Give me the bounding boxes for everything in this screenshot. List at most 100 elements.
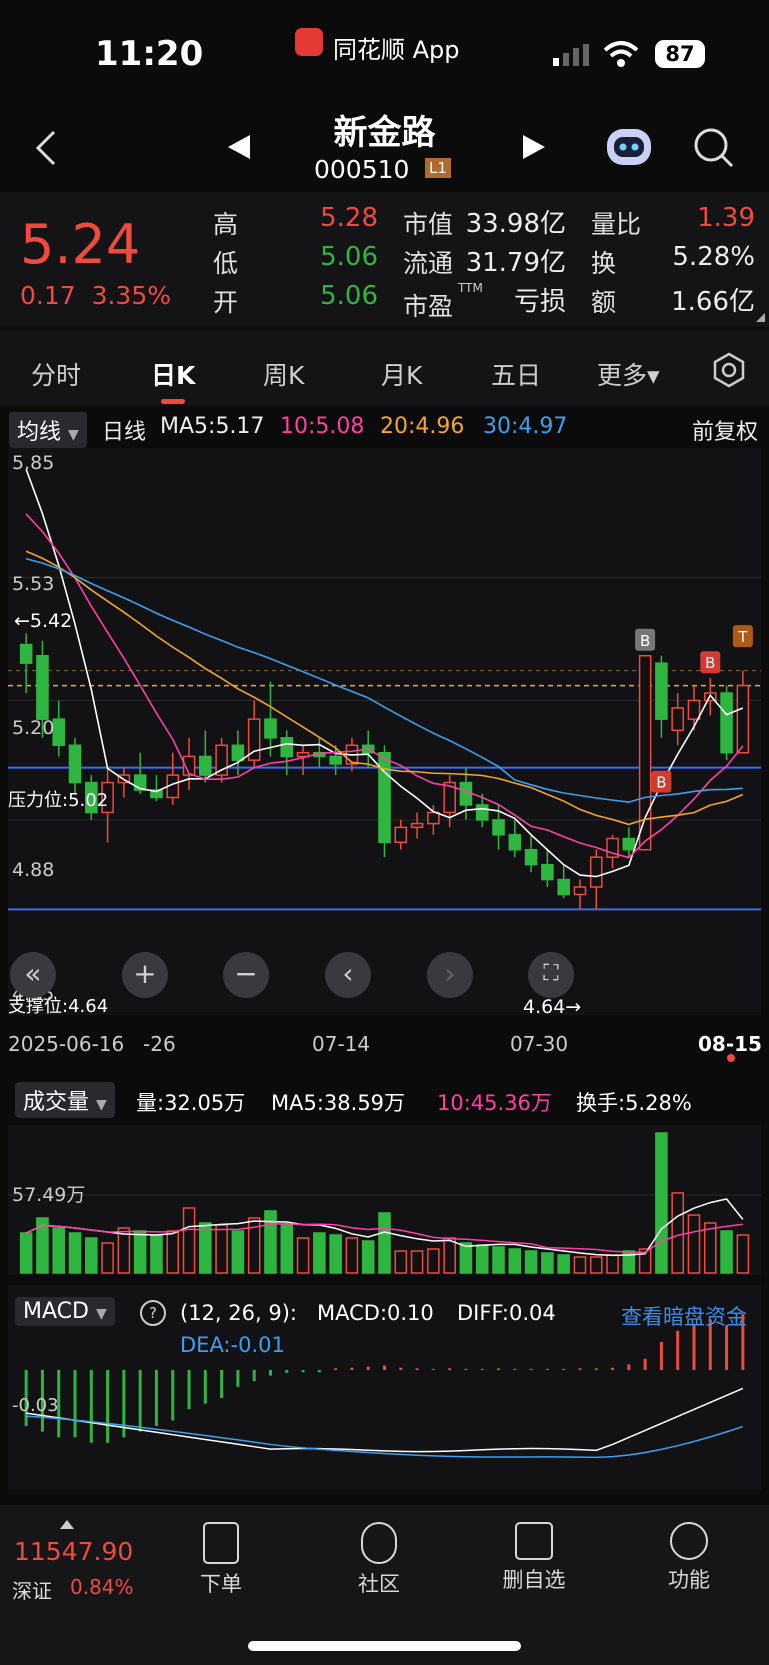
mktcap-label: 市值 [403, 210, 454, 239]
expand-corner-icon[interactable] [756, 313, 765, 322]
scroll-right-button[interactable]: › [427, 952, 473, 998]
volume-indicator-select[interactable]: 成交量 ▼ [15, 1082, 115, 1118]
y-high-label: 5.85 [12, 452, 55, 474]
settings-hexagon-icon[interactable] [711, 352, 747, 392]
float-value: 31.79亿 [465, 248, 566, 278]
candle-body [280, 737, 294, 758]
volume-bar [655, 1132, 668, 1274]
ma5-value: MA5:5.17 [160, 414, 265, 439]
tab-intraday[interactable]: 分时 [31, 356, 81, 392]
tab-five-day[interactable]: 五日 [491, 356, 541, 392]
amount-value: 1.66亿 [671, 287, 755, 317]
zoom-out-button[interactable]: − [223, 952, 269, 998]
signal-icon [553, 44, 589, 66]
volume-bar [19, 1232, 33, 1274]
amount-label: 额 [591, 288, 617, 317]
turnover-rate: 换手:5.28% [576, 1091, 692, 1115]
mktcap-value: 33.98亿 [465, 209, 566, 239]
index-value[interactable]: 11547.90 [14, 1537, 133, 1566]
kline-chart[interactable]: B B B T [8, 448, 761, 1015]
help-icon[interactable]: ? [140, 1300, 166, 1326]
volume-bar [475, 1244, 489, 1274]
volume-bar [68, 1232, 82, 1274]
zoom-in-button[interactable]: + [122, 952, 168, 998]
volume-value: 量:32.05万 [136, 1091, 246, 1115]
nav-remove-watchlist[interactable]: 删自选 [489, 1522, 579, 1594]
volume-bar [345, 1237, 359, 1274]
candle-body [655, 662, 668, 720]
volume-bar [492, 1246, 505, 1274]
candle-body [475, 804, 489, 821]
nav-place-order-label: 下单 [200, 1572, 242, 1596]
scroll-left-button[interactable]: ‹ [325, 952, 371, 998]
nav-remove-watchlist-label: 删自选 [502, 1568, 566, 1592]
volume-ma5: MA5:38.59万 [271, 1091, 406, 1115]
high-label: 高 [213, 210, 239, 239]
volume-bar [361, 1240, 375, 1274]
robot-assistant-icon[interactable] [604, 123, 654, 173]
volume-bar [133, 1230, 147, 1274]
next-stock-icon[interactable] [521, 133, 547, 165]
dark-pool-link[interactable]: 查看暗盘资金 [621, 1301, 747, 1331]
price-change: 0.17 3.35% [20, 281, 171, 310]
volume-bar [606, 1254, 619, 1274]
volume-bar [231, 1230, 245, 1274]
active-tab-indicator [161, 399, 185, 404]
rewind-button[interactable]: « [10, 952, 56, 998]
ma10-value: 10:5.08 [280, 414, 365, 439]
app-name: 同花顺 App [333, 36, 460, 64]
volume-chart[interactable] [8, 1125, 761, 1275]
change-pct: 3.35% [91, 281, 171, 310]
volume-y-label: 57.49万 [12, 1184, 86, 1206]
candle-body [720, 692, 733, 754]
tab-monthly-k[interactable]: 月K [381, 356, 422, 392]
pe-value: 亏损 [513, 287, 566, 317]
diff-value: DIFF:0.04 [457, 1301, 556, 1325]
macd-y-label: -0.03 [12, 1395, 59, 1416]
x-label-3: 07-14 [312, 1032, 371, 1056]
fullscreen-button[interactable]: ⛶ [528, 952, 574, 998]
candle-body [19, 643, 33, 664]
index-name: 深证 [12, 1579, 52, 1603]
resistance-label: 压力位:5.02 [8, 790, 109, 811]
indicator-select[interactable]: 均线 ▼ [9, 412, 87, 448]
level-badge: L1 [425, 158, 451, 178]
nav-functions[interactable]: 功能 [644, 1522, 734, 1594]
nav-community[interactable]: 社区 [334, 1522, 424, 1598]
tab-weekly-k[interactable]: 周K [263, 356, 304, 392]
volume-bar [557, 1254, 570, 1274]
volume-bar [85, 1237, 98, 1274]
trade-signal-badge: B [700, 651, 721, 674]
turnover-label: 换 [591, 249, 617, 278]
tab-daily-k[interactable]: 日K [151, 356, 195, 392]
low-value: 5.06 [320, 242, 378, 272]
volume-label: 成交量 [23, 1090, 90, 1115]
indicator-label: 均线 [17, 420, 62, 445]
volume-bar [589, 1256, 603, 1274]
tab-more[interactable]: 更多▾ [597, 356, 660, 392]
low-marker: 4.64→ [523, 996, 582, 1018]
macd-value: MACD:0.10 [317, 1301, 434, 1325]
volume-bar [508, 1248, 522, 1274]
search-icon[interactable] [693, 127, 735, 173]
candle-body [378, 751, 391, 844]
y-label-1: 5.53 [12, 573, 55, 595]
nav-place-order[interactable]: 下单 [176, 1522, 266, 1598]
menu-circle-icon [670, 1522, 708, 1560]
signal-letter: B [656, 774, 666, 792]
macd-indicator-select[interactable]: MACD ▼ [15, 1297, 115, 1326]
adjust-mode[interactable]: 前复权 [692, 414, 758, 446]
battery-indicator: 87 [655, 40, 705, 68]
x-label-end: 08-15 [698, 1032, 762, 1056]
candle-body [573, 886, 587, 896]
volume-bar [215, 1224, 228, 1274]
float-label: 流通 [403, 249, 454, 278]
volume-bar [378, 1212, 391, 1274]
open-value: 5.06 [320, 281, 378, 311]
turnover-value: 5.28% [672, 242, 755, 272]
volume-bar [52, 1227, 66, 1274]
nav-community-label: 社区 [358, 1572, 400, 1596]
ma20-value: 20:4.96 [380, 414, 465, 439]
expand-up-icon[interactable] [60, 1520, 74, 1529]
home-indicator [248, 1641, 521, 1651]
